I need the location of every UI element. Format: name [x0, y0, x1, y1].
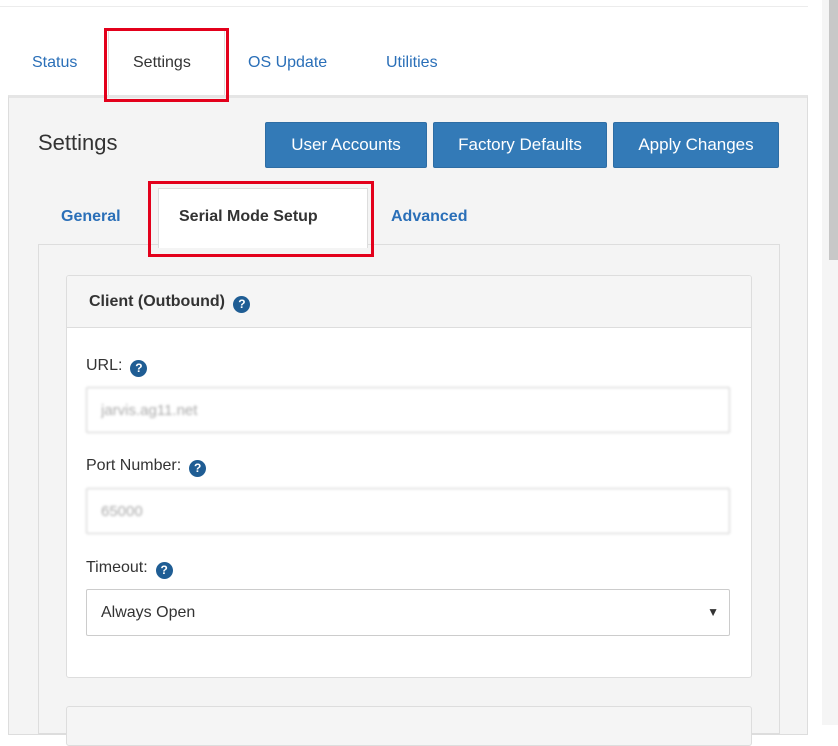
url-label: URL:: [86, 357, 123, 374]
question-circle-icon[interactable]: ?: [233, 296, 251, 313]
url-label-row: URL:?: [86, 357, 148, 377]
port-label-row: Port Number:?: [86, 457, 207, 477]
tab-status[interactable]: Status: [32, 54, 77, 72]
caret-down-icon: ▼: [707, 605, 719, 619]
question-circle-icon[interactable]: ?: [155, 562, 173, 579]
highlight-serial-mode-tab: [148, 181, 374, 257]
card-header: Client (Outbound) ?: [67, 276, 751, 328]
port-label: Port Number:: [86, 457, 182, 474]
user-accounts-button[interactable]: User Accounts: [265, 122, 427, 168]
timeout-label: Timeout:: [86, 559, 148, 576]
page-title: Settings: [38, 130, 118, 155]
tab-os-update[interactable]: OS Update: [248, 54, 327, 72]
subtab-general[interactable]: General: [61, 208, 121, 226]
card-title: Client (Outbound) ?: [89, 293, 251, 313]
scrollbar-thumb[interactable]: [829, 0, 838, 260]
url-input[interactable]: [86, 387, 730, 433]
timeout-label-row: Timeout:?: [86, 559, 173, 579]
timeout-selected-value: Always Open: [101, 604, 196, 621]
timeout-select[interactable]: Always Open ▼: [86, 589, 730, 636]
subtab-advanced[interactable]: Advanced: [391, 208, 467, 226]
port-number-input[interactable]: [86, 488, 730, 534]
top-divider: [0, 6, 808, 7]
client-section-title: Client (Outbound): [89, 293, 225, 310]
apply-changes-button[interactable]: Apply Changes: [613, 122, 779, 168]
factory-defaults-button[interactable]: Factory Defaults: [433, 122, 607, 168]
next-section-card: [66, 706, 752, 746]
question-circle-icon[interactable]: ?: [189, 460, 207, 477]
question-circle-icon[interactable]: ?: [130, 360, 148, 377]
tab-utilities[interactable]: Utilities: [386, 54, 438, 72]
highlight-settings-tab: [104, 28, 229, 102]
